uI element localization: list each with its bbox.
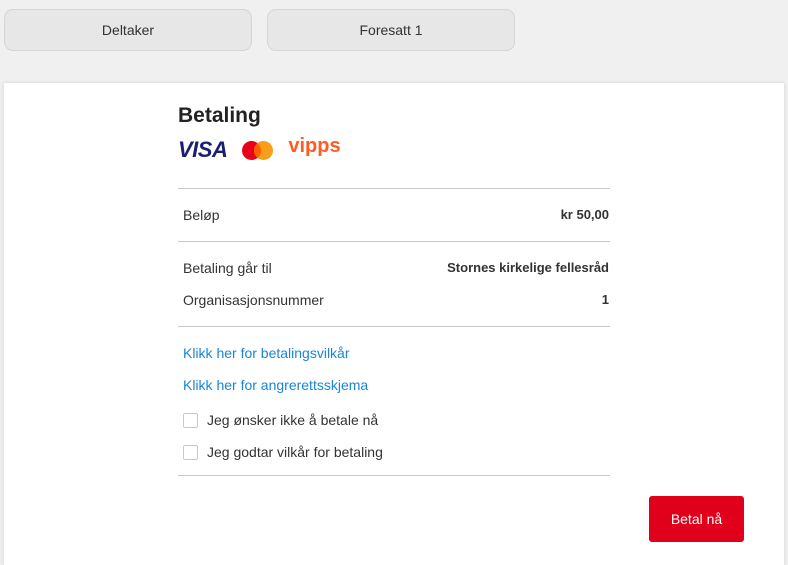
amount-row: Beløp kr 50,00 bbox=[183, 207, 609, 223]
recipient-row: Betaling går til Stornes kirkelige felle… bbox=[183, 260, 609, 276]
recipient-value: Stornes kirkelige fellesråd bbox=[447, 260, 609, 275]
org-number-label: Organisasjonsnummer bbox=[183, 292, 324, 308]
pay-later-checkbox[interactable] bbox=[183, 412, 198, 428]
divider bbox=[178, 188, 610, 189]
amount-label: Beløp bbox=[183, 207, 220, 223]
divider bbox=[178, 241, 610, 242]
pay-later-label: Jeg ønsker ikke å betale nå bbox=[207, 412, 379, 428]
recipient-label: Betaling går til bbox=[183, 260, 272, 276]
payment-card: Betaling VISA vipps Beløp kr 50,00 Betal… bbox=[4, 83, 784, 565]
vipps-logo: vipps bbox=[288, 135, 341, 157]
pay-now-button[interactable]: Betal nå bbox=[649, 496, 744, 542]
payment-method-logos: VISA vipps bbox=[178, 135, 341, 163]
divider bbox=[178, 475, 610, 476]
accept-terms-checkbox[interactable] bbox=[183, 444, 198, 460]
visa-logo: VISA bbox=[178, 137, 228, 162]
payment-terms-link[interactable]: Klikk her for betalingsvilkår bbox=[183, 345, 350, 361]
withdrawal-form-link[interactable]: Klikk her for angrerettsskjema bbox=[183, 377, 368, 393]
participant-tabs: Deltaker Foresatt 1 bbox=[4, 9, 515, 51]
accept-terms-checkbox-row[interactable]: Jeg godtar vilkår for betaling bbox=[183, 444, 383, 460]
org-number-value: 1 bbox=[601, 292, 609, 307]
divider bbox=[178, 326, 610, 327]
pay-later-checkbox-row[interactable]: Jeg ønsker ikke å betale nå bbox=[183, 412, 378, 428]
accept-terms-label: Jeg godtar vilkår for betaling bbox=[207, 444, 383, 460]
mastercard-logo bbox=[242, 140, 274, 160]
tab-deltaker[interactable]: Deltaker bbox=[4, 9, 252, 51]
tab-foresatt-1[interactable]: Foresatt 1 bbox=[267, 9, 515, 51]
amount-value: kr 50,00 bbox=[560, 207, 609, 222]
payment-title: Betaling bbox=[178, 104, 261, 127]
org-number-row: Organisasjonsnummer 1 bbox=[183, 292, 609, 308]
